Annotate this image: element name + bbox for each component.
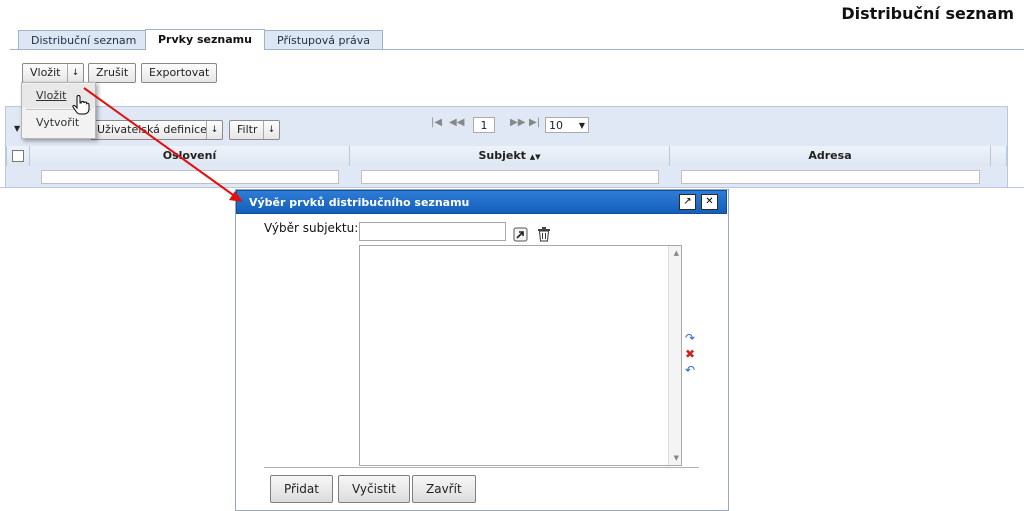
annotation-arrow — [83, 87, 243, 202]
